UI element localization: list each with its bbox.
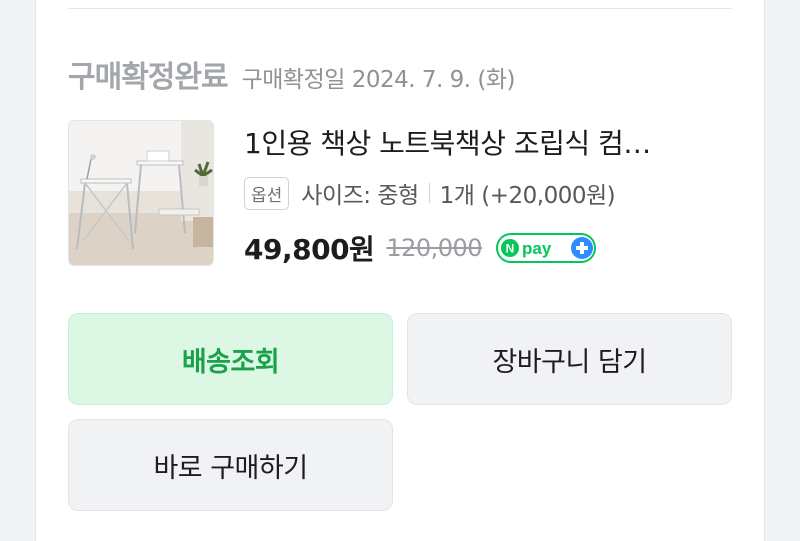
confirmed-date: 구매확정일 2024. 7. 9. (화): [241, 67, 516, 93]
add-to-cart-button[interactable]: 장바구니 담기: [407, 313, 732, 405]
svg-text:N: N: [506, 242, 515, 256]
svg-text:pay: pay: [522, 239, 552, 258]
option-quantity: 1개 (+20,000원): [439, 183, 616, 209]
product-image: [69, 121, 213, 265]
price-row: 49,800원 120,000 N pay: [244, 228, 597, 268]
product-thumbnail[interactable]: [68, 120, 214, 266]
track-delivery-button[interactable]: 배송조회: [68, 313, 393, 405]
sale-price: 49,800원: [244, 233, 375, 266]
npay-plus-icon: N pay: [496, 233, 597, 263]
buy-now-button[interactable]: 바로 구매하기: [68, 419, 393, 511]
option-badge: 옵션: [244, 176, 290, 210]
option-size: 사이즈: 중형: [301, 183, 419, 209]
option-separator: [428, 183, 430, 203]
original-price: 120,000: [386, 234, 483, 262]
section-divider: [68, 8, 732, 9]
order-status-row: 구매확정완료 구매확정일 2024. 7. 9. (화): [68, 52, 516, 96]
order-status-title: 구매확정완료: [68, 60, 229, 95]
product-option-row: 옵션 사이즈: 중형 1개 (+20,000원): [244, 176, 616, 210]
product-name[interactable]: 1인용 책상 노트북책상 조립식 컴…: [244, 122, 714, 162]
